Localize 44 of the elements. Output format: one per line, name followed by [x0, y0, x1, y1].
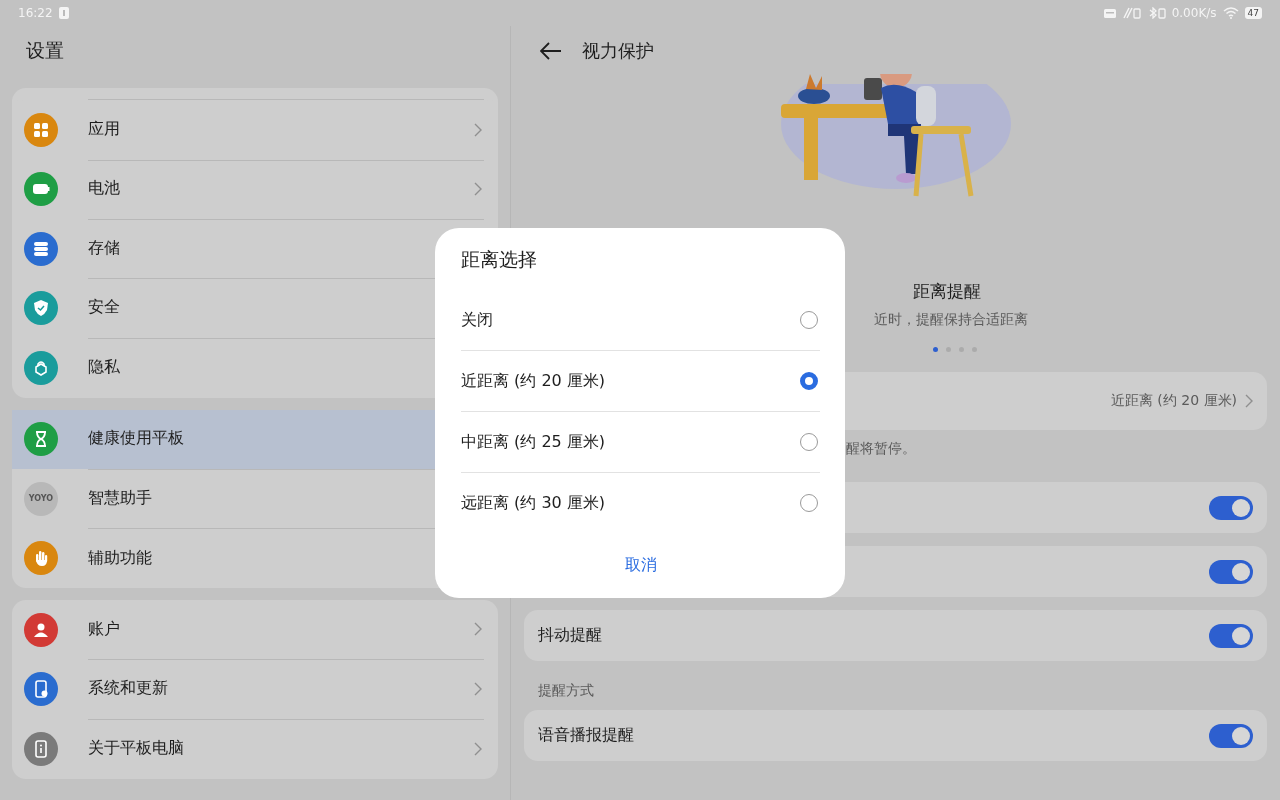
option-label: 关闭	[461, 309, 493, 331]
toggle-switch[interactable]	[1209, 559, 1253, 584]
item-label[interactable]: 存储	[88, 237, 120, 259]
chevron-icon	[1245, 394, 1253, 408]
toggle-switch[interactable]	[1209, 723, 1253, 748]
note-text: 醒将暂停。	[846, 440, 916, 458]
section-header: 提醒方式	[537, 681, 595, 700]
item-label[interactable]: 辅助功能	[88, 547, 152, 569]
chevron-icon	[474, 181, 482, 196]
chevron-icon	[474, 122, 482, 137]
item-label[interactable]: 隐私	[88, 357, 120, 379]
item-label[interactable]: 系统和更新	[88, 678, 168, 700]
notification-icon	[58, 7, 69, 19]
chevron-icon	[474, 741, 482, 756]
row-value: 近距离 (约 20 厘米)	[1110, 392, 1237, 410]
app-icon: YOYO	[24, 481, 58, 516]
card-icon	[1103, 8, 1116, 18]
item-label[interactable]: 安全	[88, 297, 120, 319]
item-label[interactable]: 电池	[88, 178, 120, 200]
page-dot[interactable]	[933, 347, 938, 352]
row-label: 语音播报提醒	[538, 725, 634, 746]
sidebar-title: 设置	[25, 38, 65, 63]
vibrate-icon	[1121, 7, 1142, 19]
dialog-title: 距离选择	[461, 247, 538, 272]
battery-indicator: 47	[1244, 7, 1262, 19]
row-label: 抖动提醒	[538, 625, 602, 646]
toggle-switch[interactable]	[1209, 495, 1253, 520]
cancel-button[interactable]: 取消	[608, 549, 673, 582]
item-label[interactable]: 健康使用平板	[88, 428, 184, 450]
feature-subtitle: 近时，提醒保持合适距离	[873, 311, 1028, 329]
wifi-icon	[1222, 7, 1239, 19]
item-label[interactable]: 关于平板电脑	[88, 738, 184, 760]
item-label[interactable]: 智慧助手	[88, 487, 152, 509]
back-icon[interactable]	[540, 42, 562, 60]
feature-title: 距离提醒	[912, 280, 981, 303]
page-title: 视力保护	[582, 39, 654, 63]
chevron-icon	[474, 622, 482, 637]
chevron-icon	[474, 681, 482, 696]
radio-button[interactable]	[800, 372, 818, 390]
item-label[interactable]: 应用	[88, 119, 120, 141]
bluetooth-icon	[1147, 7, 1166, 19]
item-label[interactable]: 账户	[88, 618, 120, 640]
option-label: 远距离 (约 30 厘米)	[461, 492, 606, 514]
toggle-switch[interactable]	[1209, 623, 1253, 648]
